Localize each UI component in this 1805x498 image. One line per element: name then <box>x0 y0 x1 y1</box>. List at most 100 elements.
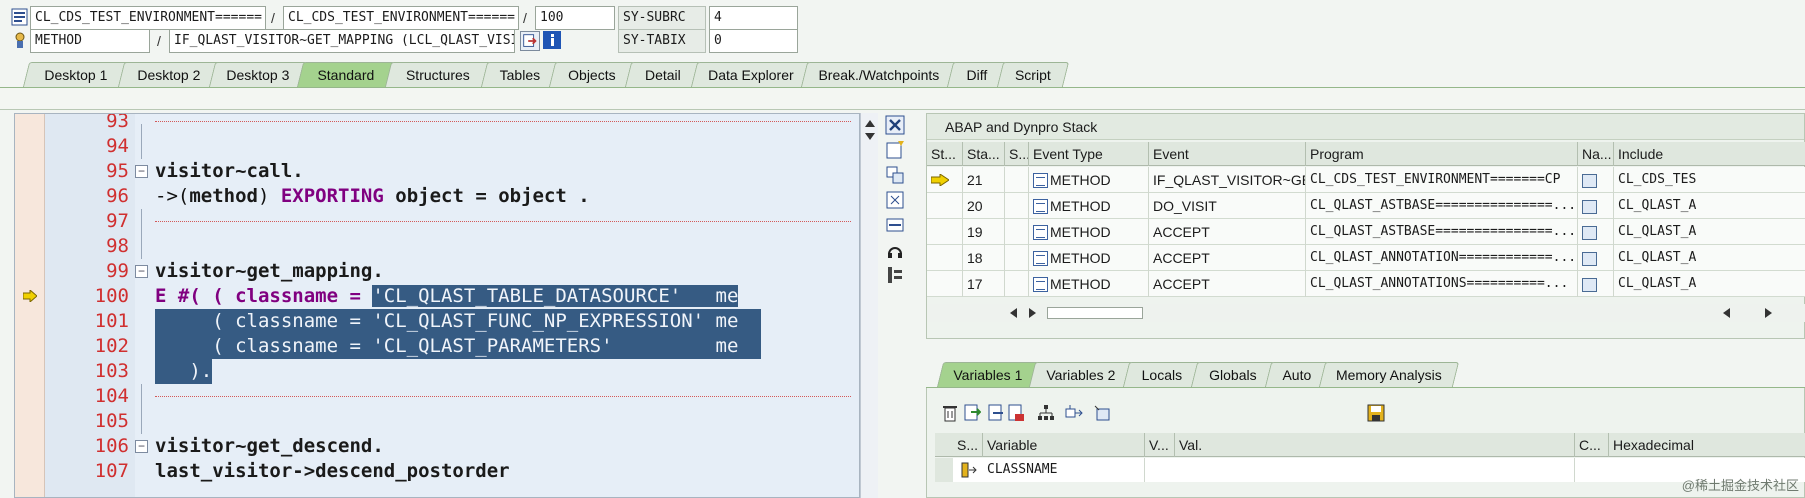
row-selector[interactable] <box>935 458 953 482</box>
replace-tool-icon[interactable] <box>885 165 905 185</box>
column-header[interactable]: Include <box>1614 142 1805 166</box>
navigate-icon[interactable] <box>1582 174 1597 188</box>
column-header[interactable]: Hexadecimal <box>1609 433 1805 457</box>
close-icon[interactable] <box>885 115 905 135</box>
line-number-field[interactable]: 100 <box>535 6 615 30</box>
column-header[interactable]: Val. <box>1175 433 1575 457</box>
stack-row-current[interactable]: 21 METHOD IF_QLAST_VISITOR~GE... CL_CDS_… <box>927 167 1805 193</box>
column-header[interactable]: Event Type <box>1029 142 1149 166</box>
include-field[interactable]: CL_CDS_TEST_ENVIRONMENT====== <box>283 6 519 30</box>
column-header[interactable]: S... <box>953 433 983 457</box>
import-icon[interactable] <box>963 404 981 422</box>
code-line[interactable]: 96 ->(method) EXPORTING object = object … <box>15 184 859 209</box>
level-cell: 18 <box>963 245 1005 271</box>
code-line[interactable]: 107 last_visitor->descend_postorder <box>15 459 859 484</box>
code-line-current[interactable]: 100 E #( ( classname = 'CL_QLAST_TABLE_D… <box>15 284 859 309</box>
stack-row[interactable]: 18 METHOD ACCEPT CL_QLAST_ANNOTATION====… <box>927 245 1805 271</box>
code-line[interactable]: 101 ( classname = 'CL_QLAST_FUNC_NP_EXPR… <box>15 309 859 334</box>
scroll-up-icon[interactable] <box>865 119 875 127</box>
tab-objects[interactable]: Objects <box>548 62 636 87</box>
code-line[interactable]: 102 ( classname = 'CL_QLAST_PARAMETERS' … <box>15 334 859 359</box>
export-icon[interactable] <box>987 404 1005 422</box>
column-header[interactable]: St... <box>927 142 963 166</box>
stack-row[interactable]: 20 METHOD DO_VISIT CL_QLAST_ASTBASE=====… <box>927 193 1805 219</box>
column-header[interactable]: Variable <box>983 433 1145 457</box>
tab-variables-2[interactable]: Variables 2 <box>1028 362 1134 387</box>
source-editor[interactable]: 93 94 95 − visitor~call. 96 ->(method) E… <box>14 113 860 498</box>
code-line[interactable]: 106 − visitor~get_descend. <box>15 434 859 459</box>
services-icon[interactable] <box>885 240 905 260</box>
line-number: 107 <box>94 460 129 482</box>
sysvar-value-subrc[interactable]: 4 <box>709 6 798 30</box>
navigate-icon[interactable] <box>520 31 540 51</box>
navigate-icon[interactable] <box>1582 226 1597 240</box>
tab-desktop-1[interactable]: Desktop 1 <box>22 62 130 87</box>
scroll-right-icon[interactable] <box>1029 308 1037 318</box>
hierarchy-icon[interactable] <box>1037 404 1055 422</box>
navigate-cell[interactable] <box>1578 245 1614 271</box>
code-line[interactable]: 95 − visitor~call. <box>15 159 859 184</box>
tool-settings-icon[interactable] <box>885 265 905 285</box>
move-icon[interactable] <box>1065 404 1083 422</box>
program-field[interactable]: CL_CDS_TEST_ENVIRONMENT====== <box>30 6 266 30</box>
column-header[interactable]: Na... <box>1578 142 1614 166</box>
save-variables-icon[interactable] <box>1007 404 1025 422</box>
navigate-cell[interactable] <box>1578 219 1614 245</box>
column-header[interactable]: V... <box>1145 433 1175 457</box>
navigate-icon[interactable] <box>1582 252 1597 266</box>
variable-row[interactable]: CLASSNAME <box>935 458 1805 482</box>
code-line[interactable]: 103 ). <box>15 359 859 384</box>
fold-toggle[interactable]: − <box>135 440 148 453</box>
tab-data-explorer[interactable]: Data Explorer <box>690 62 812 87</box>
tab-tables[interactable]: Tables <box>480 62 560 87</box>
sysvar-value-tabix[interactable]: 0 <box>709 29 798 53</box>
scroll-right-icon[interactable] <box>1765 308 1773 318</box>
event-field[interactable]: IF_QLAST_VISITOR~GET_MAPPING (LCL_QLAST_… <box>169 29 515 53</box>
column-header[interactable]: Event <box>1149 142 1306 166</box>
save-icon[interactable] <box>1367 404 1385 422</box>
fold-toggle[interactable]: − <box>135 165 148 178</box>
tab-script[interactable]: Script <box>996 62 1070 87</box>
swap-icon[interactable] <box>885 215 905 235</box>
separator: / <box>271 10 275 26</box>
fold-toggle[interactable]: − <box>135 265 148 278</box>
tab-breakpoints[interactable]: Break./Watchpoints <box>800 62 958 87</box>
column-header[interactable]: Sta... <box>963 142 1005 166</box>
maximize-icon[interactable] <box>885 190 905 210</box>
stack-horizontal-scrollbar[interactable] <box>927 304 1805 322</box>
tab-desktop-2[interactable]: Desktop 2 <box>117 62 221 87</box>
navigate-icon[interactable] <box>1582 200 1597 214</box>
tab-desktop-3[interactable]: Desktop 3 <box>208 62 308 87</box>
editor-vertical-scrollbar[interactable] <box>860 113 878 498</box>
scroll-left-icon[interactable] <box>1722 308 1730 318</box>
navigate-icon[interactable] <box>1582 278 1597 292</box>
stack-row[interactable]: 19 METHOD ACCEPT CL_QLAST_ASTBASE=======… <box>927 219 1805 245</box>
navigate-cell[interactable] <box>1578 271 1614 297</box>
column-header[interactable]: S... <box>1005 142 1029 166</box>
tab-variables-1[interactable]: Variables 1 <box>936 362 1040 387</box>
code-line[interactable]: 99 − visitor~get_mapping. <box>15 259 859 284</box>
display-icon[interactable] <box>1093 404 1111 422</box>
new-tool-icon[interactable] <box>885 140 905 160</box>
status-cell <box>927 245 963 271</box>
tab-structures[interactable]: Structures <box>384 62 492 87</box>
column-header[interactable]: C... <box>1575 433 1609 457</box>
tab-standard[interactable]: Standard <box>296 62 396 87</box>
tab-memory-analysis[interactable]: Memory Analysis <box>1318 362 1460 387</box>
event-type-field[interactable]: METHOD <box>30 29 150 53</box>
tab-detail[interactable]: Detail <box>624 62 702 87</box>
tab-locals[interactable]: Locals <box>1122 362 1202 387</box>
variable-name-cell[interactable]: CLASSNAME <box>983 458 1145 482</box>
navigate-cell[interactable] <box>1578 193 1614 219</box>
value-cell[interactable] <box>1175 458 1575 482</box>
scroll-left-icon[interactable] <box>1009 308 1017 318</box>
separator-line <box>155 121 851 122</box>
stack-row[interactable]: 17 METHOD ACCEPT CL_QLAST_ANNOTATIONS===… <box>927 271 1805 297</box>
column-header[interactable]: Program <box>1306 142 1578 166</box>
navigate-cell[interactable] <box>1578 167 1614 193</box>
delete-icon[interactable] <box>941 404 959 422</box>
scroll-down-icon[interactable] <box>865 133 875 141</box>
scroll-thumb[interactable] <box>1047 307 1143 319</box>
info-icon[interactable] <box>543 31 561 49</box>
tab-globals[interactable]: Globals <box>1190 362 1276 387</box>
